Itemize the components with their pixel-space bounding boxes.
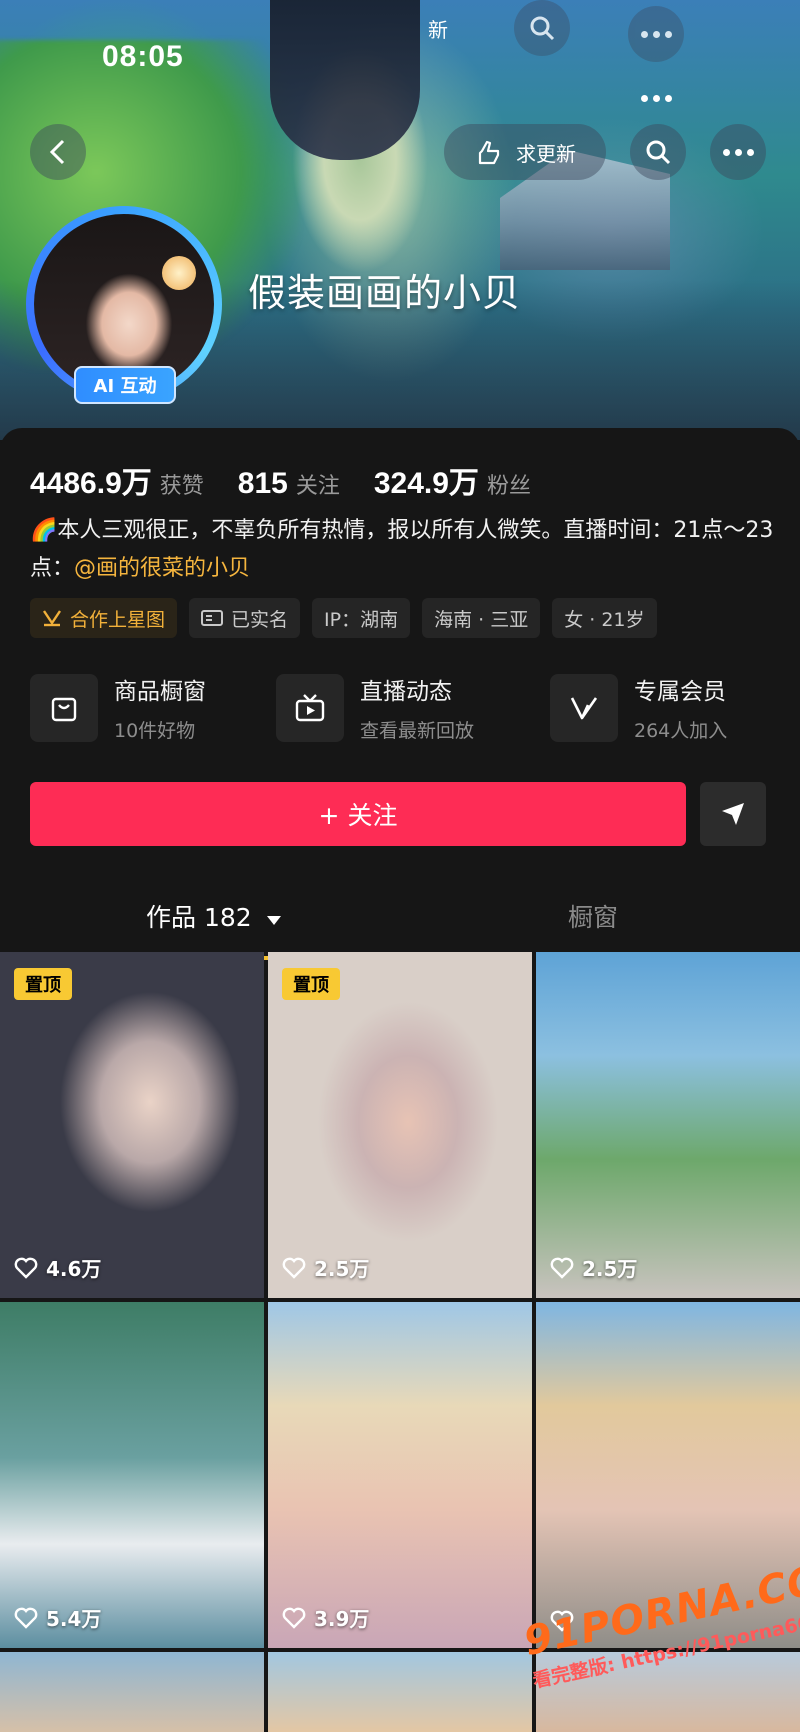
back-button[interactable]	[30, 124, 86, 180]
more-icon	[722, 148, 754, 156]
pinned-badge: 置顶	[282, 968, 340, 1000]
search-button[interactable]	[630, 124, 686, 180]
video-tile[interactable]: 2.5万	[536, 952, 800, 1298]
heart-icon	[282, 1257, 306, 1279]
follow-button[interactable]: + 关注	[30, 782, 686, 846]
tag-verified[interactable]: 已实名	[189, 598, 301, 638]
more-button[interactable]	[710, 124, 766, 180]
ghost-search-icon	[514, 0, 570, 56]
tag-ip-location: IP：湖南	[312, 598, 411, 638]
heart-icon	[550, 1257, 574, 1279]
heart-icon	[14, 1607, 38, 1629]
profile-tags: 合作上星图 已实名 IP：湖南 海南 · 三亚 女 · 21岁	[30, 598, 657, 638]
stat-following[interactable]: 815 关注	[238, 467, 340, 501]
chevron-left-icon	[49, 139, 65, 165]
heart-icon	[14, 1257, 38, 1279]
caret-down-icon	[266, 916, 281, 925]
send-icon	[722, 803, 744, 825]
like-count: 2.5万	[282, 1253, 369, 1282]
stat-likes[interactable]: 4486.9万 获赞	[30, 458, 204, 502]
stat-followers[interactable]: 324.9万 粉丝	[374, 458, 531, 502]
v-membership-icon	[570, 696, 598, 719]
video-tile[interactable]: 3.9万	[268, 1302, 532, 1648]
status-time: 08:05	[102, 40, 184, 73]
like-count: 3.9万	[282, 1603, 369, 1632]
star-map-icon	[43, 610, 61, 627]
stats-row: 4486.9万 获赞 815 关注 324.9万 粉丝	[30, 458, 531, 502]
ghost-more-icon-2	[628, 76, 684, 120]
feature-row: 商品橱窗 10件好物 直播动态 查看最新回放 专属会员 264人加入	[30, 672, 770, 752]
tab-showcase[interactable]: 橱窗	[568, 898, 618, 934]
search-icon	[646, 140, 671, 165]
ai-interaction-badge[interactable]: AI 互动	[74, 366, 176, 404]
like-count: 5.4万	[14, 1603, 101, 1632]
tag-star-map[interactable]: 合作上星图	[30, 598, 178, 638]
profile-bio: 🌈本人三观很正，不辜负所有热情，报以所有人微笑。直播时间：21点～23点：@画的…	[30, 512, 775, 588]
share-button[interactable]	[700, 782, 766, 846]
feature-shop-window[interactable]: 商品橱窗 10件好物	[30, 672, 206, 743]
avatar[interactable]: AI 互动	[26, 206, 222, 404]
like-count: 4.6万	[14, 1253, 101, 1282]
request-update-label: 求更新	[516, 141, 576, 166]
like-count: 2.5万	[550, 1253, 637, 1282]
pinned-badge: 置顶	[14, 968, 72, 1000]
tag-gender-age: 女 · 21岁	[552, 598, 657, 638]
cover-hair	[270, 0, 420, 160]
feature-live-updates[interactable]: 直播动态 查看最新回放	[276, 672, 474, 743]
tag-location: 海南 · 三亚	[422, 598, 541, 638]
request-update-button[interactable]: 求更新	[444, 124, 606, 180]
video-tile[interactable]: 置顶 4.6万	[0, 952, 264, 1298]
feature-membership[interactable]: 专属会员 264人加入	[550, 672, 727, 743]
id-card-icon	[201, 610, 224, 626]
content-tabs: 作品 182 橱窗	[0, 886, 800, 960]
ghost-new-label: 新	[428, 18, 448, 42]
video-tile[interactable]	[0, 1652, 264, 1732]
shopping-bag-icon	[51, 697, 77, 721]
heart-icon	[282, 1607, 306, 1629]
bio-mention-link[interactable]: @画的很菜的小贝	[74, 556, 250, 581]
video-tile[interactable]	[268, 1652, 532, 1732]
tab-works[interactable]: 作品 182	[146, 898, 282, 934]
tv-icon	[295, 693, 325, 721]
video-tile[interactable]: 置顶 2.5万	[268, 952, 532, 1298]
ghost-more-icon	[628, 6, 684, 62]
profile-name: 假装画画的小贝	[248, 271, 522, 315]
video-tile[interactable]: 5.4万	[0, 1302, 264, 1648]
pointing-hand-icon	[478, 140, 500, 165]
